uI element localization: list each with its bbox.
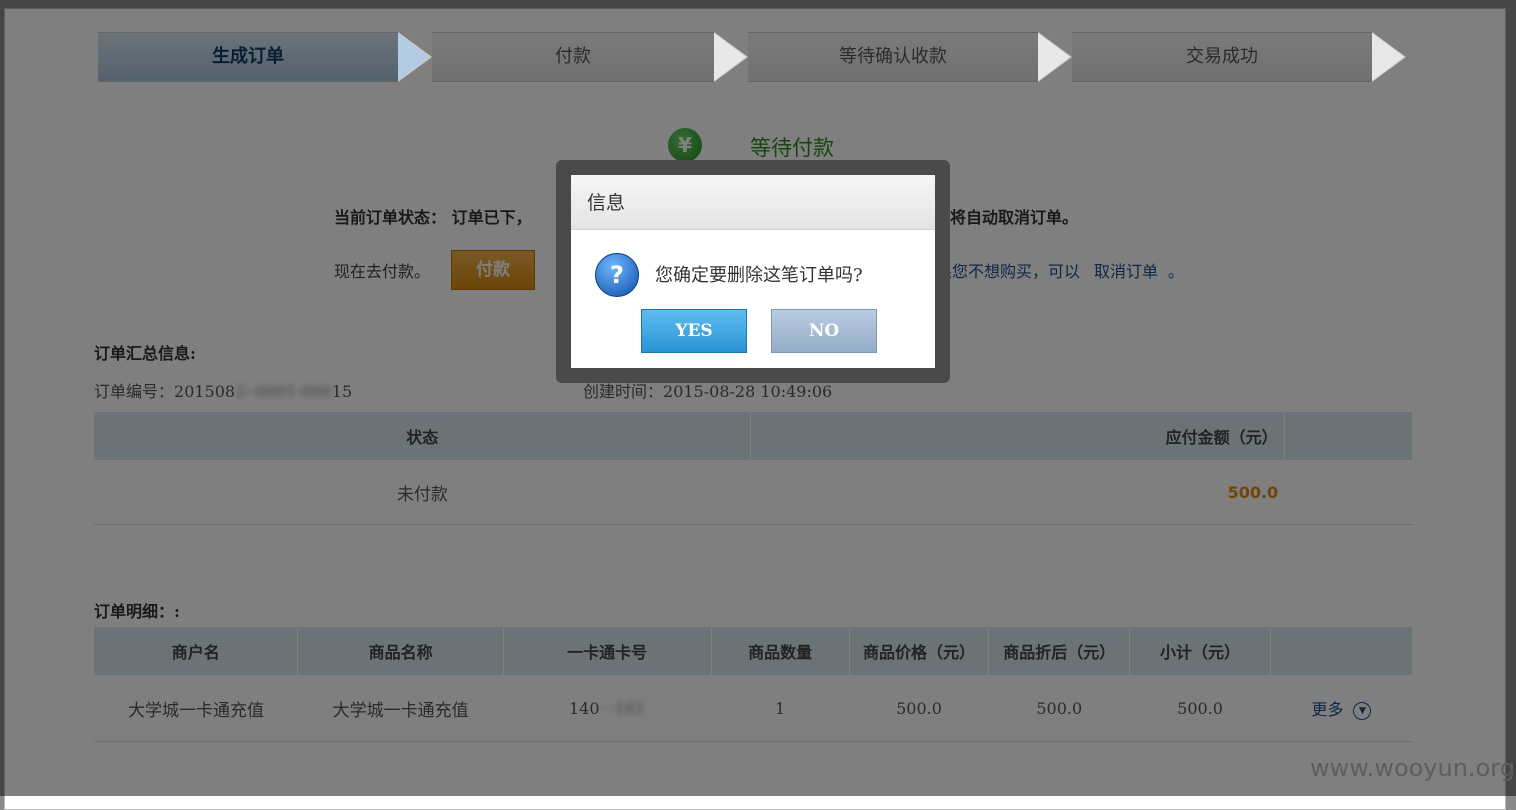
confirm-dialog: 信息 ? 您确定要删除这笔订单吗? YES NO [556, 160, 950, 383]
dialog-message: 您确定要删除这笔订单吗? [655, 265, 863, 286]
question-icon: ? [595, 253, 639, 297]
no-button[interactable]: NO [771, 309, 877, 353]
dialog-title: 信息 [571, 175, 935, 230]
dialog-body: 信息 ? 您确定要删除这笔订单吗? YES NO [571, 175, 935, 368]
watermark: www.wooyun.org [1310, 754, 1515, 782]
yes-button[interactable]: YES [641, 309, 747, 353]
modal-overlay [0, 0, 1516, 796]
